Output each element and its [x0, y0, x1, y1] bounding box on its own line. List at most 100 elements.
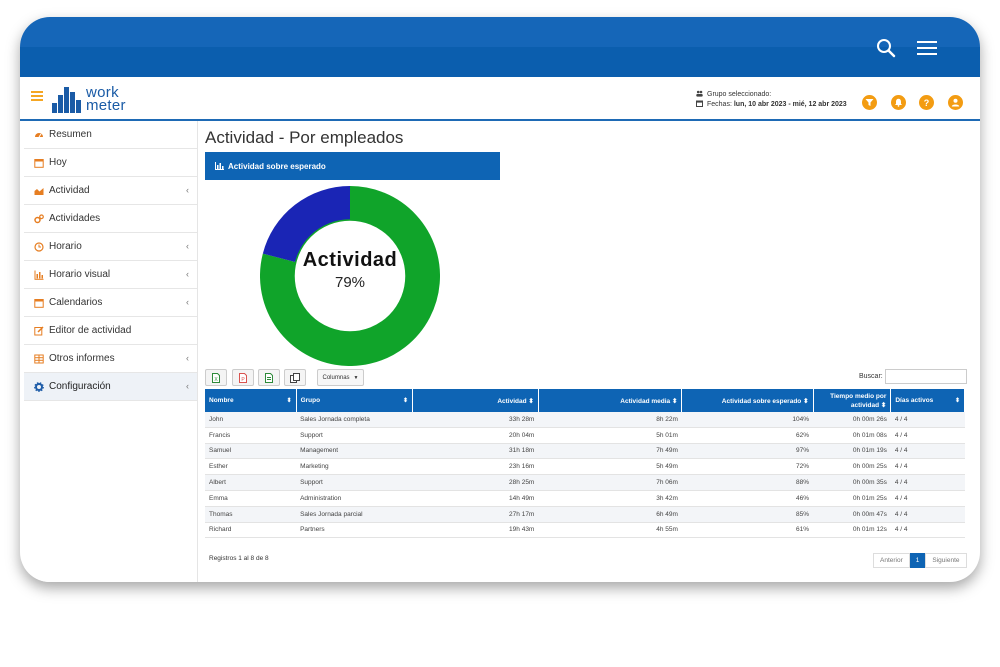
column-header-label: Tiempo medio por actividad: [830, 392, 887, 409]
chevron-left-icon[interactable]: ‹: [186, 269, 189, 279]
table-cell: 27h 17m: [412, 506, 539, 523]
filter-button[interactable]: [862, 95, 877, 110]
sort-icon: ⬍: [402, 398, 409, 404]
copy-button[interactable]: [284, 369, 306, 386]
sidebar-item-configuraci-n[interactable]: Configuración ‹: [24, 373, 197, 401]
table-cell: Richard: [205, 522, 297, 539]
column-header[interactable]: Actividad sobre esperado ⬍: [681, 389, 814, 412]
current-page-button[interactable]: 1: [909, 553, 926, 568]
sidebar-toggle-icon[interactable]: [31, 91, 43, 101]
sort-icon: ⬍: [954, 398, 960, 404]
sidebar-item-otros-informes[interactable]: Otros informes ‹: [24, 345, 197, 373]
sidebar-item-actividad[interactable]: Actividad ‹: [24, 177, 197, 205]
edit-icon: [34, 325, 44, 336]
table-cell: 19h 43m: [412, 522, 539, 539]
table-cell: 4 / 4: [890, 506, 965, 523]
sidebar-item-editor-de-actividad[interactable]: Editor de actividad: [24, 317, 197, 345]
sidebar-item-label: Horario visual: [49, 269, 111, 280]
csv-file-icon: [265, 372, 273, 383]
column-header-label: Actividad media: [620, 397, 671, 405]
logo-text: work meter: [86, 84, 126, 114]
table-row[interactable]: John Sales Jornada completa 33h 28m 8h 22m 1…: [205, 412, 965, 428]
table-cell: 88%: [681, 474, 814, 491]
column-header[interactable]: Tiempo medio por actividad ⬍: [813, 389, 892, 412]
notifications-button[interactable]: [891, 95, 906, 110]
chevron-left-icon[interactable]: ‹: [186, 241, 189, 251]
table-cell: Marketing: [296, 458, 413, 476]
export-excel-button[interactable]: X: [205, 369, 227, 386]
column-header[interactable]: Nombre ⬍: [205, 389, 297, 412]
prev-page-button[interactable]: Anterior: [873, 553, 910, 568]
columns-dropdown[interactable]: Columnas ▼: [317, 369, 364, 386]
bell-icon: [895, 98, 902, 107]
group-label: Grupo seleccionado:: [707, 91, 772, 98]
table-cell: 4 / 4: [890, 427, 965, 444]
table-cell: Esther: [205, 458, 297, 476]
help-button[interactable]: ?: [919, 95, 934, 110]
chevron-left-icon[interactable]: ‹: [186, 381, 189, 391]
column-header[interactable]: Días activos ⬍: [890, 389, 965, 412]
table-cell: 97%: [681, 443, 814, 460]
panel-header: Actividad sobre esperado: [205, 152, 500, 180]
table-cell: 0h 00m 25s: [813, 458, 891, 476]
dates-label: Fechas:: [707, 101, 732, 108]
page-title: Actividad - Por empleados: [205, 128, 404, 147]
column-header[interactable]: Grupo ⬍: [296, 389, 414, 412]
chevron-left-icon[interactable]: ‹: [186, 297, 189, 307]
table-row[interactable]: Francis Support 20h 04m 5h 01m 62% 0h 01m 08s…: [205, 427, 965, 444]
sidebar-item-horario[interactable]: Horario ‹: [24, 233, 197, 261]
column-header-label: Nombre: [209, 397, 234, 404]
bar-chart-icon: [215, 162, 224, 170]
donut-value: 79%: [334, 274, 366, 291]
chevron-left-icon[interactable]: ‹: [186, 353, 189, 363]
table-row[interactable]: Albert Support 28h 25m 7h 06m 88% 0h 00m 35s 4…: [205, 474, 965, 491]
table-cell: Francis: [205, 427, 297, 444]
sidebar-item-resumen[interactable]: Resumen: [24, 121, 197, 149]
table-row[interactable]: Thomas Sales Jornada parcial 27h 17m 6h 49m…: [205, 506, 965, 523]
search-icon[interactable]: [873, 35, 899, 61]
sidebar-item-calendarios[interactable]: Calendarios ‹: [24, 289, 197, 317]
table-cell: Emma: [205, 490, 297, 507]
table-cell: Management: [296, 443, 413, 460]
sidebar-item-label: Calendarios: [49, 297, 103, 308]
search-input[interactable]: [885, 369, 967, 384]
filter-icon: [865, 99, 874, 106]
table-cell: 0h 01m 08s: [813, 427, 891, 444]
table-row[interactable]: Samuel Management 31h 18m 7h 49m 97% 0h 01m 1…: [205, 443, 965, 460]
table-cell: John: [205, 412, 297, 428]
panel-title: Actividad sobre esperado: [228, 161, 326, 171]
sidebar: Resumen Hoy Actividad ‹ Actividades Horario ‹ H…: [24, 121, 198, 582]
selection-info: Grupo seleccionado: Fechas: lun, 10 abr …: [696, 90, 847, 110]
next-page-button[interactable]: Siguiente: [925, 553, 967, 568]
table-cell: 0h 00m 47s: [813, 506, 891, 523]
table-cell: 0h 01m 12s: [813, 522, 891, 539]
sidebar-item-actividades[interactable]: Actividades: [24, 205, 197, 233]
donut-center-label: Actividad 79%: [260, 249, 440, 291]
export-csv-button[interactable]: [258, 369, 280, 386]
table-cell: Albert: [205, 474, 297, 491]
sidebar-item-hoy[interactable]: Hoy: [24, 149, 197, 177]
sidebar-item-horario-visual[interactable]: Horario visual ‹: [24, 261, 197, 289]
user-button[interactable]: [948, 95, 963, 110]
table-row[interactable]: Richard Partners 19h 43m 4h 55m 61% 0h 01m 12…: [205, 522, 965, 539]
table-cell: 8h 22m: [538, 412, 682, 428]
table-row[interactable]: Esther Marketing 23h 16m 5h 49m 72% 0h 00m 25…: [205, 458, 965, 476]
column-header[interactable]: Actividad media ⬍: [538, 389, 683, 412]
app-header: work meter Grupo seleccionado: Fechas: lu…: [20, 77, 980, 121]
top-bar: [20, 17, 980, 77]
menu-icon[interactable]: [914, 35, 940, 61]
columns-label: Columnas: [322, 374, 350, 381]
table-cell: 7h 49m: [538, 443, 682, 460]
employees-table: Nombre ⬍ Grupo ⬍ Actividad ⬍ Actividad medi…: [205, 389, 965, 539]
table-cell: 85%: [681, 506, 814, 523]
pagination: Anterior 1 Siguiente: [873, 553, 967, 568]
table-cell: 4 / 4: [890, 522, 965, 539]
user-icon: [951, 98, 960, 107]
main-content: Actividad - Por empleados Actividad sobr…: [205, 121, 967, 581]
chevron-left-icon[interactable]: ‹: [186, 185, 189, 195]
area-chart-icon: [34, 186, 44, 196]
column-header[interactable]: Actividad ⬍: [412, 389, 539, 412]
sidebar-item-label: Actividades: [49, 213, 101, 224]
table-row[interactable]: Emma Administration 14h 49m 3h 42m 46% 0h 01m…: [205, 490, 965, 507]
export-pdf-button[interactable]: P: [232, 369, 254, 386]
